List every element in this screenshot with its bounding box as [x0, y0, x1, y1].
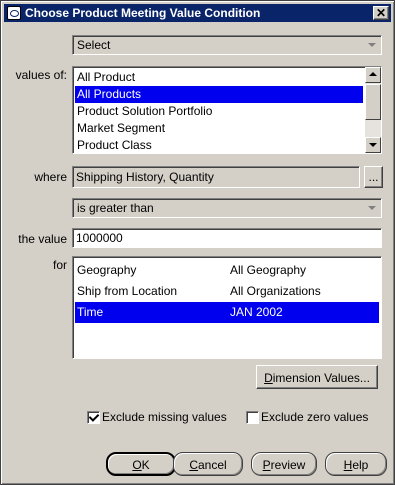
dimension-cell: Time — [77, 305, 104, 319]
list-item-selected[interactable]: All Products — [75, 86, 363, 103]
button-label: elp — [352, 458, 369, 472]
scroll-up-button[interactable] — [365, 67, 381, 83]
values-scrollbar[interactable] — [365, 67, 381, 153]
scroll-thumb[interactable] — [365, 84, 381, 120]
table-row[interactable]: Geography All Geography — [75, 260, 379, 281]
list-item-label: Product Solution Portfolio — [77, 104, 213, 118]
close-icon: ✕ — [375, 5, 387, 20]
dimension-value-cell: All Geography — [230, 263, 307, 277]
where-label: where — [34, 170, 67, 184]
table-row[interactable]: Ship from Location All Organizations — [75, 281, 379, 302]
select-combo[interactable]: Select — [72, 35, 382, 55]
table-row-selected[interactable]: Time JAN 2002 — [75, 302, 379, 323]
dimension-cell: Geography — [77, 263, 137, 277]
list-item-label: All Products — [77, 87, 142, 101]
dimension-values-button[interactable]: Dimension Values... — [256, 365, 378, 389]
chevron-down-icon — [366, 39, 378, 51]
ok-button[interactable]: OK — [106, 452, 176, 476]
chevron-down-icon — [366, 202, 378, 214]
cancel-button[interactable]: Cancel — [173, 452, 243, 476]
mnemonic-letter: D — [264, 371, 273, 385]
list-item[interactable]: Market Segment — [75, 120, 363, 137]
list-item-label: Market Segment — [77, 121, 166, 135]
app-icon — [7, 6, 21, 20]
title-bar[interactable]: Choose Product Meeting Value Condition ✕ — [4, 4, 391, 22]
preview-button[interactable]: Preview — [251, 452, 317, 476]
exclude-zero-checkbox[interactable] — [246, 411, 259, 424]
mnemonic-letter: O — [132, 458, 142, 472]
dialog-window: Choose Product Meeting Value Condition ✕… — [0, 0, 395, 485]
dimension-cell: Ship from Location — [77, 284, 178, 298]
values-of-label: values of: — [15, 68, 67, 82]
dimension-value-cell: All Organizations — [230, 284, 321, 298]
where-browse-button[interactable]: ... — [364, 166, 383, 188]
button-label: imension Values... — [272, 371, 370, 385]
dimension-value-cell: JAN 2002 — [230, 305, 283, 319]
help-button[interactable]: Help — [325, 452, 387, 476]
window-title: Choose Product Meeting Value Condition — [25, 6, 261, 20]
mnemonic-letter: P — [262, 458, 271, 472]
button-label: review — [270, 458, 306, 472]
where-field[interactable]: Shipping History, Quantity — [72, 166, 360, 188]
list-item[interactable]: Product Solution Portfolio — [75, 103, 363, 120]
button-label: ancel — [197, 458, 227, 472]
select-combo-value: Select — [77, 38, 111, 52]
list-item-label: Product Class — [77, 138, 152, 152]
operator-combo-value: is greater than — [77, 201, 154, 215]
mnemonic-letter: C — [189, 458, 198, 472]
list-item[interactable]: Product Class — [75, 137, 363, 153]
the-value-input[interactable]: 1000000 — [72, 228, 382, 248]
exclude-zero-label: Exclude zero values — [261, 410, 369, 424]
for-dimension-list[interactable]: Geography All Geography Ship from Locati… — [72, 256, 382, 359]
the-value-label: the value — [18, 232, 67, 246]
exclude-missing-checkbox[interactable] — [87, 411, 100, 424]
exclude-missing-label: Exclude missing values — [102, 410, 227, 424]
values-of-list[interactable]: All Product All Products Product Solutio… — [72, 66, 382, 154]
list-item[interactable]: All Product — [75, 69, 363, 86]
scroll-down-button[interactable] — [365, 137, 381, 153]
button-label: K — [141, 458, 150, 472]
list-item-label: All Product — [77, 70, 136, 84]
close-button[interactable]: ✕ — [373, 6, 389, 20]
for-label: for — [52, 258, 67, 272]
operator-combo[interactable]: is greater than — [72, 198, 382, 218]
